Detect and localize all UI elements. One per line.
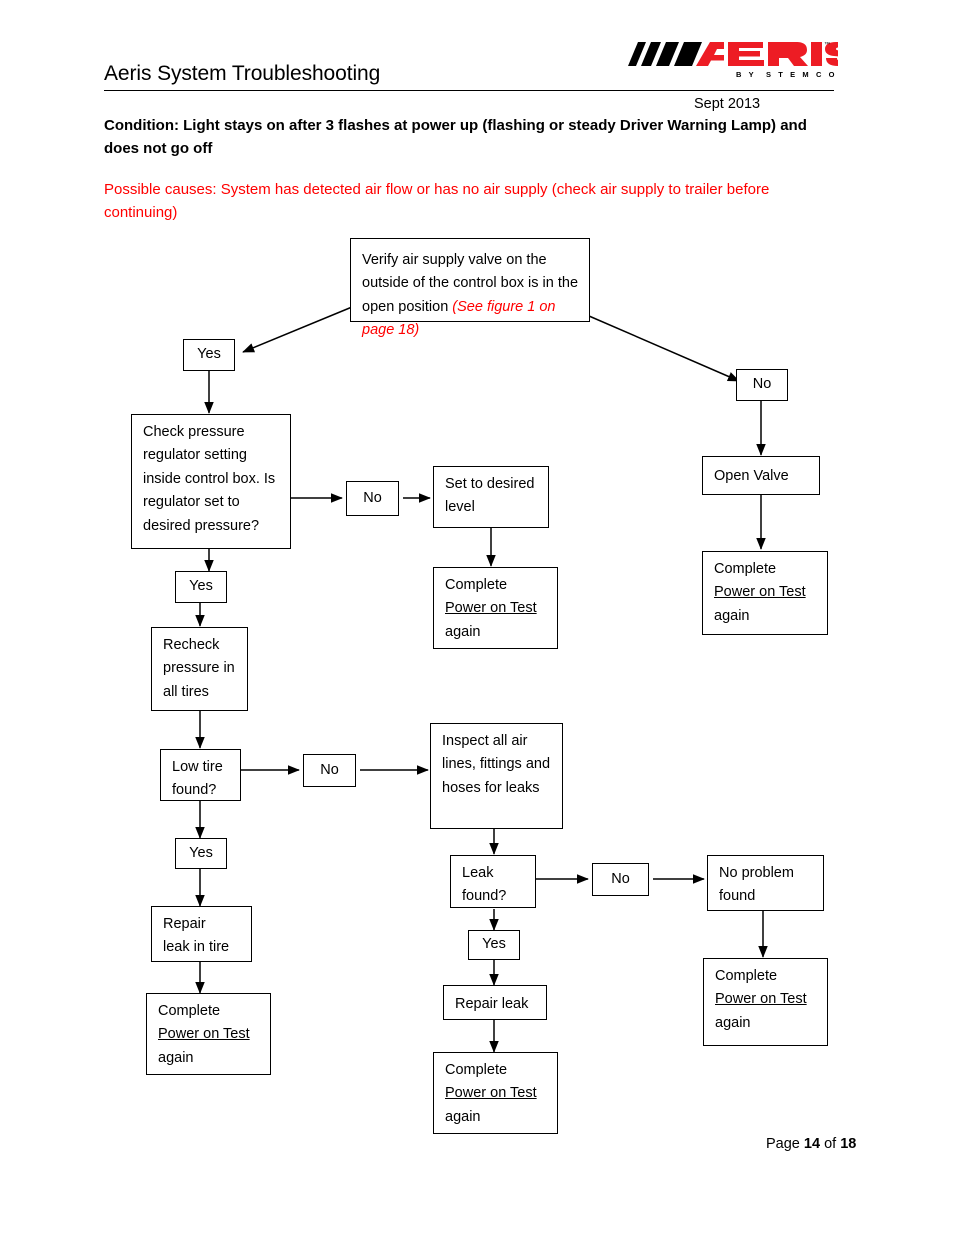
no-4-label: No <box>611 870 630 887</box>
node-check-regulator[interactable]: Check pressure regulator setting inside … <box>131 414 291 549</box>
complete-4-line3: again <box>445 1108 481 1125</box>
document-date: Sept 2013 <box>694 96 761 112</box>
node-complete-5[interactable]: Complete Power on Test again <box>703 958 828 1046</box>
leak-found-label: Leak found? <box>462 865 507 905</box>
svg-text:B Y: B Y <box>736 70 756 79</box>
page-footer: Page 14 of 18 <box>766 1136 856 1152</box>
node-yes-4[interactable]: Yes <box>468 930 520 960</box>
node-open-valve[interactable]: Open Valve <box>702 456 820 495</box>
complete-4-line2: Power on Test <box>445 1085 537 1102</box>
yes-2-label: Yes <box>189 578 213 595</box>
node-yes-2[interactable]: Yes <box>175 571 227 603</box>
yes-3-label: Yes <box>189 844 213 861</box>
recheck-pressure-label: Recheck pressure in all tires <box>163 637 235 700</box>
complete-5-line1: Complete <box>715 968 778 984</box>
node-yes-1[interactable]: Yes <box>183 339 235 371</box>
node-no-1[interactable]: No <box>736 369 788 401</box>
node-verify-valve[interactable]: Verify air supply valve on the outside o… <box>350 238 590 338</box>
repair-leak-label: Repair leak <box>455 996 529 1012</box>
footer-prefix: Page <box>766 1136 804 1152</box>
aeris-logo: ™ B Y S T E M C O <box>618 36 838 82</box>
complete-4-line1: Complete <box>445 1062 508 1078</box>
complete-5-line3: again <box>715 1014 751 1031</box>
svg-text:™: ™ <box>824 41 830 48</box>
complete-3-line1: Complete <box>158 1003 221 1019</box>
set-level-label: Set to desired level <box>445 476 535 516</box>
node-no-3[interactable]: No <box>303 754 356 787</box>
footer-total-pages: 18 <box>840 1136 857 1152</box>
node-complete-1[interactable]: Complete Power on Test again <box>433 567 558 649</box>
node-low-tire[interactable]: Low tire found? <box>160 749 241 801</box>
no-3-label: No <box>320 761 339 778</box>
complete-2-line3: again <box>714 607 750 624</box>
node-yes-3[interactable]: Yes <box>175 838 227 869</box>
node-no-4[interactable]: No <box>592 863 649 896</box>
inspect-lines-label: Inspect all air lines, fittings and hose… <box>442 733 551 796</box>
node-inspect-lines[interactable]: Inspect all air lines, fittings and hose… <box>430 723 563 829</box>
repair-leak-tire-line1: Repair <box>163 916 206 932</box>
footer-current-page: 14 <box>803 1136 821 1152</box>
low-tire-label: Low tire found? <box>172 759 223 799</box>
title-divider <box>104 90 834 91</box>
node-complete-4[interactable]: Complete Power on Test again <box>433 1052 558 1134</box>
yes-4-label: Yes <box>482 936 506 953</box>
complete-2-line1: Complete <box>714 561 777 577</box>
document-page: ™ B Y S T E M C O Aeris System Troublesh… <box>0 0 954 1235</box>
node-repair-leak[interactable]: Repair leak <box>443 985 547 1020</box>
no-1-label: No <box>752 376 772 393</box>
footer-middle: of <box>820 1136 841 1152</box>
complete-5-line2: Power on Test <box>715 991 807 1008</box>
open-valve-label: Open Valve <box>714 468 789 484</box>
node-complete-2[interactable]: Complete Power on Test again <box>702 551 828 635</box>
complete-3-line3: again <box>158 1049 194 1066</box>
node-recheck-pressure[interactable]: Recheck pressure in all tires <box>151 627 248 711</box>
node-no-problem[interactable]: No problem found <box>707 855 824 911</box>
no-problem-label: No problem found <box>719 865 794 905</box>
complete-1-line2: Power on Test <box>445 600 537 617</box>
complete-1-line3: again <box>445 623 481 640</box>
node-repair-leak-tire[interactable]: Repair leak in tire <box>151 906 252 962</box>
yes-1-label: Yes <box>197 346 221 363</box>
condition-text: Condition: Light stays on after 3 flashe… <box>104 117 807 157</box>
complete-3-line2: Power on Test <box>158 1026 250 1043</box>
page-title: Aeris System Troubleshooting <box>104 62 381 85</box>
complete-1-line1: Complete <box>445 577 508 593</box>
possible-causes-text: Possible causes: System has detected air… <box>104 181 770 222</box>
node-set-level[interactable]: Set to desired level <box>433 466 549 528</box>
node-leak-found[interactable]: Leak found? <box>450 855 536 908</box>
repair-leak-tire-line2: leak in tire <box>163 939 230 956</box>
no-2-label: No <box>363 489 382 506</box>
node-no-2[interactable]: No <box>346 481 399 516</box>
complete-2-line2: Power on Test <box>714 584 806 601</box>
node-complete-3[interactable]: Complete Power on Test again <box>146 993 271 1075</box>
check-regulator-label: Check pressure regulator setting inside … <box>143 424 276 534</box>
svg-text:S T E M C O: S T E M C O <box>766 70 837 79</box>
